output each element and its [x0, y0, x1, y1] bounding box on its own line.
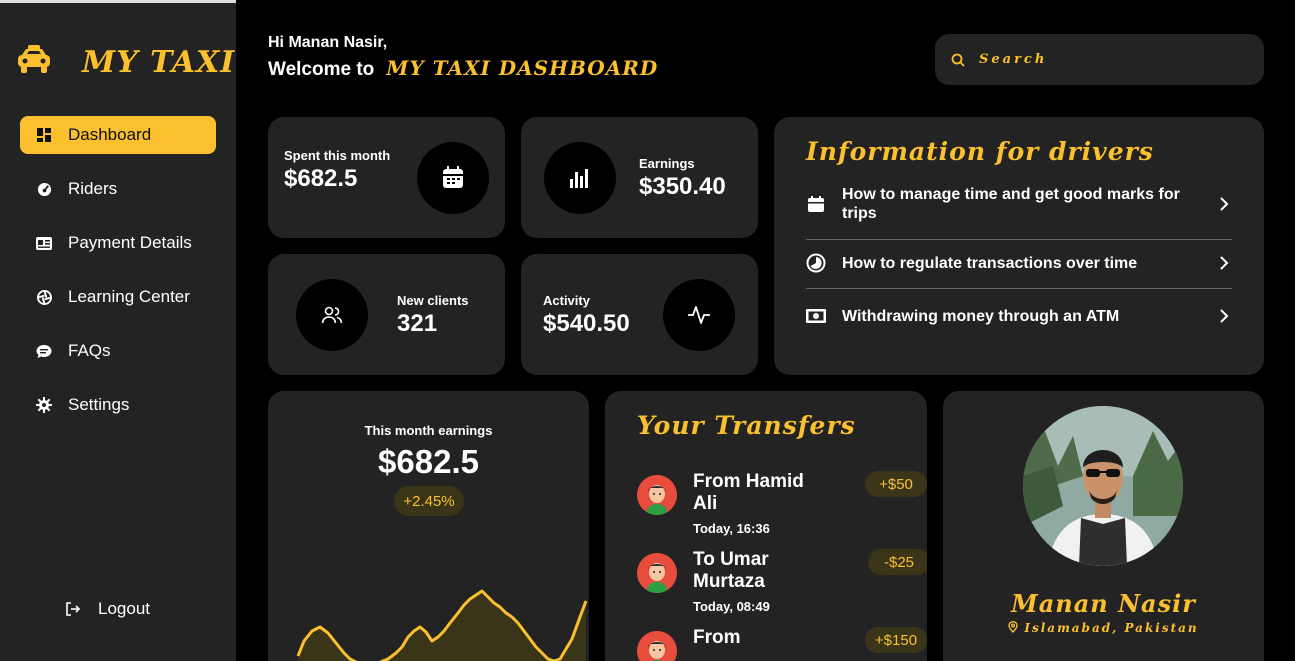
welcome-brand: MY TAXI DASHBOARD	[386, 56, 659, 80]
profile-card: Manan Nasir Islamabad, Pakistan	[943, 391, 1264, 661]
sidebar-item-dashboard[interactable]: Dashboard	[20, 116, 216, 154]
divider	[806, 239, 1232, 240]
transfer-amount: -$25	[868, 549, 927, 575]
sidebar-item-settings[interactable]: Settings	[20, 386, 216, 424]
new-clients-value: 321	[397, 310, 438, 337]
activity-card: Activity $540.50	[521, 254, 758, 375]
sidebar-item-label: Dashboard	[68, 125, 152, 144]
earnings-label: Earnings	[639, 156, 695, 171]
avatar	[637, 631, 677, 661]
sidebar-item-label: Learning Center	[68, 287, 190, 306]
activity-value: $540.50	[543, 310, 630, 337]
transfer-amount: +$150	[865, 627, 927, 653]
profile-location: Islamabad, Pakistan	[943, 620, 1264, 635]
id-card-icon	[36, 235, 52, 251]
transfer-time: Today, 08:49	[693, 599, 770, 614]
calendar-icon	[417, 142, 489, 214]
search-icon	[951, 53, 965, 67]
logout-icon	[64, 600, 82, 618]
sidebar-item-faqs[interactable]: FAQs	[20, 332, 216, 370]
divider	[806, 288, 1232, 289]
profile-photo	[1023, 406, 1183, 566]
spent-label: Spent this month	[284, 148, 391, 163]
chevron-right-icon	[1220, 197, 1229, 211]
logout-button[interactable]: Logout	[64, 599, 150, 619]
profile-name: Manan Nasir	[1011, 589, 1196, 618]
driver-info-title: Information for drivers	[806, 137, 1154, 166]
transfers-title: Your Transfers	[637, 411, 856, 440]
avatar	[637, 553, 677, 593]
sidebar-item-riders[interactable]: Riders	[20, 170, 216, 208]
brand-name: MY TAXI	[82, 45, 236, 80]
transfer-amount: +$50	[865, 471, 927, 497]
info-item-label: Withdrawing money through an ATM	[842, 307, 1120, 325]
driver-info-card: Information for drivers How to manage ti…	[774, 117, 1264, 375]
location-pin-icon	[1008, 620, 1019, 633]
earnings-sparkline	[296, 589, 588, 661]
logout-label: Logout	[98, 599, 150, 618]
new-clients-card: New clients 321	[268, 254, 505, 375]
users-icon	[296, 279, 368, 351]
info-item-label: How to manage time and get good marks fo…	[842, 186, 1180, 222]
welcome-heading: Welcome to MY TAXI DASHBOARD	[268, 56, 658, 81]
pulse-icon	[663, 279, 735, 351]
taxi-icon	[18, 45, 50, 73]
sidebar-item-label: FAQs	[68, 341, 111, 360]
transfer-name: From Hamid Ali	[693, 471, 804, 514]
cash-icon	[806, 306, 826, 326]
dashboard-icon	[36, 127, 52, 143]
info-item-label: How to regulate transactions over time	[842, 254, 1138, 272]
welcome-text: Welcome to	[268, 59, 375, 80]
info-item-manage-time[interactable]: How to manage time and get good marks fo…	[806, 185, 1232, 223]
sidebar-item-label: Settings	[68, 395, 130, 414]
avatar	[637, 475, 677, 515]
spent-value: $682.5	[284, 165, 358, 192]
calendar-icon	[806, 194, 826, 214]
spent-card: Spent this month $682.5	[268, 117, 505, 238]
month-earnings-card: This month earnings $682.5 +2.45%	[268, 391, 589, 661]
transfer-time: Today, 16:36	[693, 521, 770, 536]
sidebar-nav: Dashboard Riders Payment Details Learnin…	[20, 116, 216, 440]
sidebar-item-label: Riders	[68, 179, 118, 198]
chevron-right-icon	[1220, 309, 1229, 323]
sidebar-item-learning-center[interactable]: Learning Center	[20, 278, 216, 316]
sidebar-item-label: Payment Details	[68, 233, 192, 252]
activity-label: Activity	[543, 293, 590, 308]
chat-icon	[36, 343, 52, 359]
earnings-card: Earnings $350.40	[521, 117, 758, 238]
gauge-icon	[36, 181, 52, 197]
pie-icon	[806, 253, 826, 273]
greeting: Hi Manan Nasir,	[268, 34, 388, 51]
search-input[interactable]	[979, 52, 1239, 67]
earnings-value: $350.40	[639, 173, 726, 200]
transfers-card: Your Transfers From Hamid Ali Today, 16:…	[605, 391, 927, 661]
gear-icon	[36, 397, 52, 413]
new-clients-label: New clients	[397, 293, 469, 308]
aperture-icon	[36, 289, 52, 305]
sidebar: MY TAXI Dashboard Riders Payment Details…	[0, 0, 236, 661]
bar-chart-icon	[544, 142, 616, 214]
info-item-regulate-transactions[interactable]: How to regulate transactions over time	[806, 253, 1232, 273]
sidebar-item-payment-details[interactable]: Payment Details	[20, 224, 216, 262]
chevron-right-icon	[1220, 256, 1229, 270]
profile-location-text: Islamabad, Pakistan	[1024, 621, 1199, 635]
transfer-name: To Umar Murtaza	[693, 549, 769, 592]
info-item-withdraw-atm[interactable]: Withdrawing money through an ATM	[806, 306, 1232, 326]
search-box[interactable]	[935, 34, 1264, 85]
brand-logo[interactable]: MY TAXI	[16, 43, 234, 80]
transfer-name: From	[693, 627, 741, 648]
